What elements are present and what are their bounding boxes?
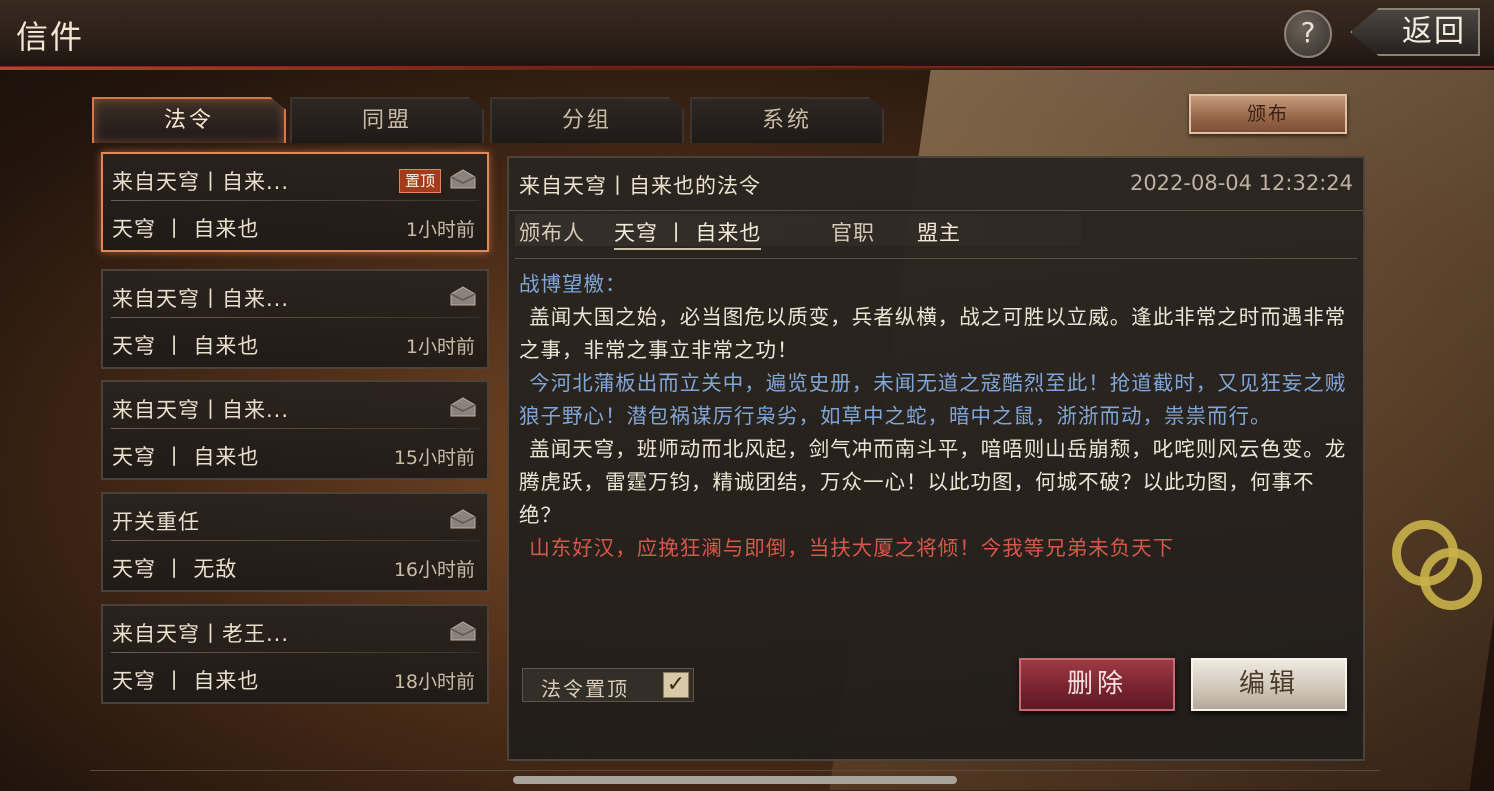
list-item[interactable]: 来自天穹丨自来... 置顶 天穹 丨 自来也 1小时前 [101,152,489,252]
office-label: 官职 [831,221,875,245]
background-ring-decoration [1420,548,1482,610]
office-value: 盟主 [917,221,961,245]
mail-time: 15小时前 [393,447,475,469]
detail-header: 来自天穹丨自来也的法令 2022-08-04 12:32:24 [509,158,1363,211]
divider [111,317,479,318]
mail-sender: 天穹 丨 自来也 [112,334,260,358]
list-item[interactable]: 来自天穹丨自来... 天穹 丨 自来也 1小时前 [101,269,489,369]
list-item[interactable]: 开关重任 天穹 丨 无敌 16小时前 [101,492,489,592]
decree-detail-panel: 来自天穹丨自来也的法令 2022-08-04 12:32:24 颁布人 天穹 丨… [507,156,1365,761]
pin-decree-toggle[interactable]: 法令置顶 ✓ [522,668,694,702]
envelope-icon [450,286,476,306]
publish-button[interactable]: 颁布 [1189,94,1347,134]
edit-button[interactable]: 编辑 [1191,658,1347,711]
divider [515,258,1357,259]
mail-subject: 来自天穹丨自来... [112,398,290,422]
tab-alliance[interactable]: 同盟 [290,97,484,143]
mail-sender: 天穹 丨 无敌 [112,557,238,581]
envelope-icon [450,397,476,417]
question-icon: ? [1300,16,1316,49]
mail-time: 1小时前 [405,336,475,358]
mail-time: 18小时前 [393,671,475,693]
decree-body[interactable]: 战博望檄： 盖闻大国之始，必当图危以质变，兵者纵横，战之可胜以立威。逢此非常之时… [519,268,1351,580]
mail-sender: 天穹 丨 自来也 [112,669,260,693]
mail-time: 16小时前 [393,559,475,581]
mail-sender: 天穹 丨 自来也 [112,445,260,469]
detail-date: 2022-08-04 12:32:24 [1129,171,1353,195]
decree-paragraph: 盖闻天穹，班师动而北风起，剑气冲而南斗平，喑唔则山岳崩颓，叱咤则风云色变。龙腾虎… [519,437,1347,527]
mail-subject: 来自天穹丨自来... [112,170,290,194]
mail-sender: 天穹 丨 自来也 [112,217,260,241]
mail-time: 1小时前 [405,219,475,241]
publisher-name[interactable]: 天穹 丨 自来也 [614,217,762,250]
page-title: 信件 [16,18,85,56]
home-indicator[interactable] [513,776,957,784]
meta-strip [515,214,1081,246]
list-item[interactable]: 来自天穹丨自来... 天穹 丨 自来也 15小时前 [101,380,489,480]
envelope-icon [450,169,476,189]
envelope-icon [450,621,476,641]
decree-paragraph: 今河北蒲板出而立关中，遍览史册，未闻无道之寇酷烈至此！抢道截时，又见狂妄之贼狼子… [519,371,1347,428]
mail-subject: 开关重任 [112,510,200,534]
divider [111,652,479,653]
envelope-icon [450,509,476,529]
mail-subject: 来自天穹丨自来... [112,287,290,311]
mail-subject: 来自天穹丨老王... [112,622,290,646]
pin-decree-label: 法令置顶 [541,677,629,701]
tab-system[interactable]: 系统 [690,97,884,143]
divider [111,540,479,541]
detail-title: 来自天穹丨自来也的法令 [519,174,761,198]
decree-paragraph: 盖闻大国之始，必当图危以质变，兵者纵横，战之可胜以立威。逢此非常之时而遇非常之事… [519,305,1347,362]
top-bar: 信件 ? 返回 [0,0,1494,70]
back-button[interactable]: 返回 [1350,8,1480,56]
help-button[interactable]: ? [1284,10,1332,58]
divider [90,770,1380,771]
divider [111,200,479,201]
publisher-label: 颁布人 [519,221,585,245]
decree-greeting: 战博望檄： [519,272,627,296]
decree-paragraph: 山东好汉，应挽狂澜与即倒，当扶大厦之将倾！今我等兄弟未负天下 [529,536,1175,560]
body-fade [519,562,1351,586]
pinned-badge: 置顶 [398,169,441,193]
tab-decree[interactable]: 法令 [92,97,286,143]
pin-decree-checkbox[interactable]: ✓ [663,672,689,698]
delete-button[interactable]: 删除 [1019,658,1175,711]
list-item[interactable]: 来自天穹丨老王... 天穹 丨 自来也 18小时前 [101,604,489,704]
divider [111,428,479,429]
tab-group[interactable]: 分组 [490,97,684,143]
